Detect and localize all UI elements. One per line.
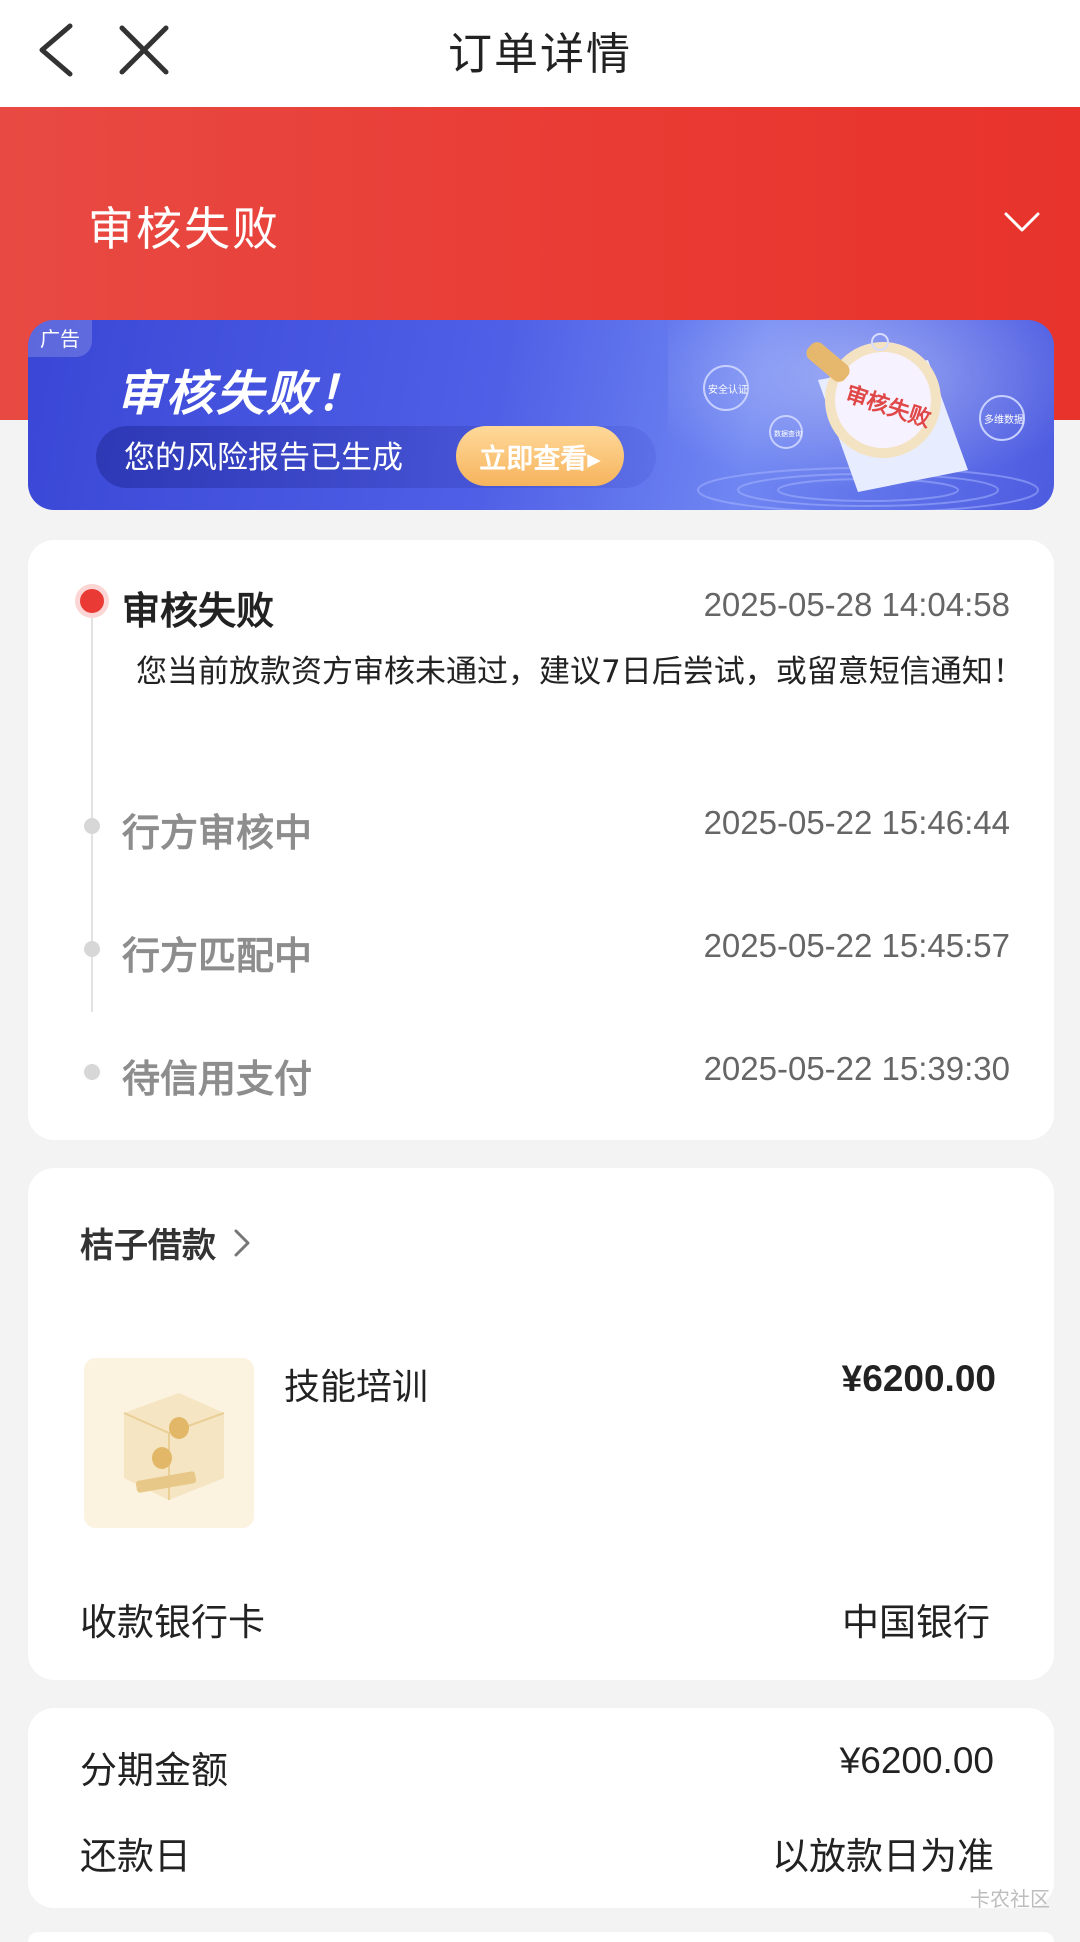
timeline-step-label: 行方审核中 [122, 811, 313, 855]
coin-box-icon [84, 1358, 254, 1528]
ad-art-badge: 多维数据 [984, 413, 1024, 426]
ad-art-badge: 安全认证 [708, 383, 748, 396]
timeline-step-time: 2025-05-22 15:45:57 [703, 927, 1010, 964]
ad-art-badge: 数据查询 [774, 429, 802, 438]
merchant-link[interactable]: 桔子借款 [80, 1218, 254, 1267]
timeline-step-label: 待信用支付 [122, 1057, 313, 1101]
timeline-step-label: 行方匹配中 [122, 934, 313, 978]
installment-summary-card: 分期金额 ¥6200.00 还款日 以放款日为准 [28, 1708, 1054, 1908]
timeline-dot-active [75, 584, 109, 618]
magnifier-report-illustration: 审核失败 安全认证 多维数据 数据查询 [668, 320, 1054, 510]
ad-subtitle: 您的风险报告已生成 [124, 440, 403, 476]
product-thumbnail [84, 1358, 254, 1528]
ad-headline: 审核失败！ [116, 366, 367, 422]
next-card-edge [28, 1932, 1054, 1942]
ad-tag: 广告 [28, 320, 92, 357]
product-name: 技能培训 [284, 1367, 429, 1408]
ad-banner[interactable]: 广告 审核失败！ 您的风险报告已生成 立即查看▸ 审核失败 安全认证 多维数据 … [28, 320, 1054, 510]
timeline-step-time: 2025-05-22 15:39:30 [703, 1050, 1010, 1087]
repayment-day-label: 还款日 [80, 1835, 191, 1878]
order-info-card: 桔子借款 技能培训 ¥6200.00 收款银行卡 中国银行 [28, 1168, 1054, 1680]
chevron-down-icon[interactable] [1002, 205, 1042, 239]
timeline-step-time: 2025-05-22 15:46:44 [703, 804, 1010, 841]
bank-card-label: 收款银行卡 [80, 1601, 265, 1644]
repayment-day-value: 以放款日为准 [772, 1835, 994, 1878]
installment-amount-label: 分期金额 [80, 1749, 228, 1792]
timeline-step-description: 您当前放款资方审核未通过，建议7日后尝试，或留意短信通知！ [136, 654, 1024, 690]
status-title: 审核失败 [88, 202, 280, 256]
merchant-name: 桔子借款 [80, 1226, 216, 1266]
installment-amount-value: ¥6200.00 [839, 1740, 994, 1781]
page-title: 订单详情 [448, 29, 632, 80]
product-price: ¥6200.00 [841, 1358, 996, 1399]
view-now-button[interactable]: 立即查看▸ [456, 426, 624, 486]
status-timeline-card: 审核失败 2025-05-28 14:04:58 您当前放款资方审核未通过，建议… [28, 540, 1054, 1140]
bank-card-value: 中国银行 [842, 1601, 990, 1644]
timeline-step-label: 审核失败 [122, 589, 275, 633]
timeline-step-time: 2025-05-28 14:04:58 [703, 586, 1010, 623]
chevron-right-icon [234, 1229, 250, 1256]
watermark: 卡农社区 [970, 1887, 1050, 1911]
timeline-dot [84, 1064, 100, 1080]
timeline-dot [84, 818, 100, 834]
top-navbar: 订单详情 [0, 0, 1080, 107]
timeline-dot [84, 941, 100, 957]
